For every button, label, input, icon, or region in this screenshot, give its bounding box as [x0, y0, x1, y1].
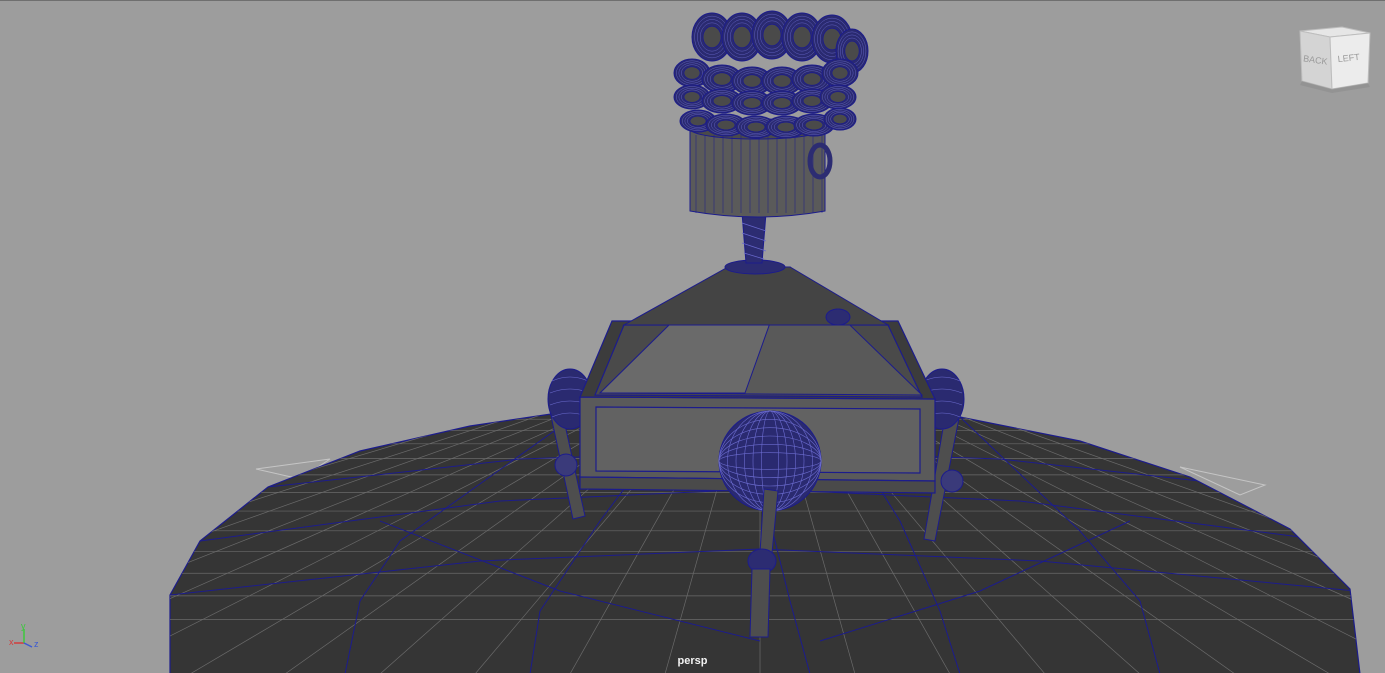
wig-curl-hole [772, 97, 792, 109]
wig-curl-hole [844, 40, 860, 62]
axis-z-label: z [34, 639, 39, 649]
camera-name-label: persp [677, 655, 708, 667]
wig-curl-hole [712, 95, 732, 107]
wig-curl-hole [792, 25, 812, 49]
wig-curl-hole [716, 119, 736, 131]
view-cube[interactable]: BACK LEFT [1292, 25, 1376, 95]
wig-curl-hole [802, 72, 822, 86]
axis-z-line [23, 642, 33, 648]
wig-curl-hole [832, 113, 848, 125]
wig-curl-hole [712, 72, 732, 86]
wig-curl-hole [831, 66, 849, 80]
wig-curl-hole [742, 97, 762, 109]
axis-y-label: y [21, 623, 26, 631]
wig-curl-hole [772, 74, 792, 88]
wig-curl-hole [689, 115, 707, 127]
neck-twist [741, 212, 767, 264]
wig-curl-hole [829, 91, 847, 103]
wig-curl-hole [776, 121, 796, 133]
wig-curl-hole [732, 25, 752, 49]
viewport-persp[interactable]: BACK LEFT x y z persp [0, 0, 1385, 673]
scene-render[interactable] [0, 1, 1385, 673]
wig-curl-hole [762, 23, 782, 47]
wig-curl-hole [742, 74, 762, 88]
wig-curl-hole [802, 95, 822, 107]
wig-curl-hole [702, 25, 722, 49]
wig-curl-hole [746, 121, 766, 133]
axis-gizmo: x y z [9, 623, 39, 649]
wig-curl-hole [683, 91, 701, 103]
axis-x-label: x [9, 637, 14, 647]
wig-curl-hole [683, 66, 701, 80]
wig-curl-hole [804, 119, 824, 131]
